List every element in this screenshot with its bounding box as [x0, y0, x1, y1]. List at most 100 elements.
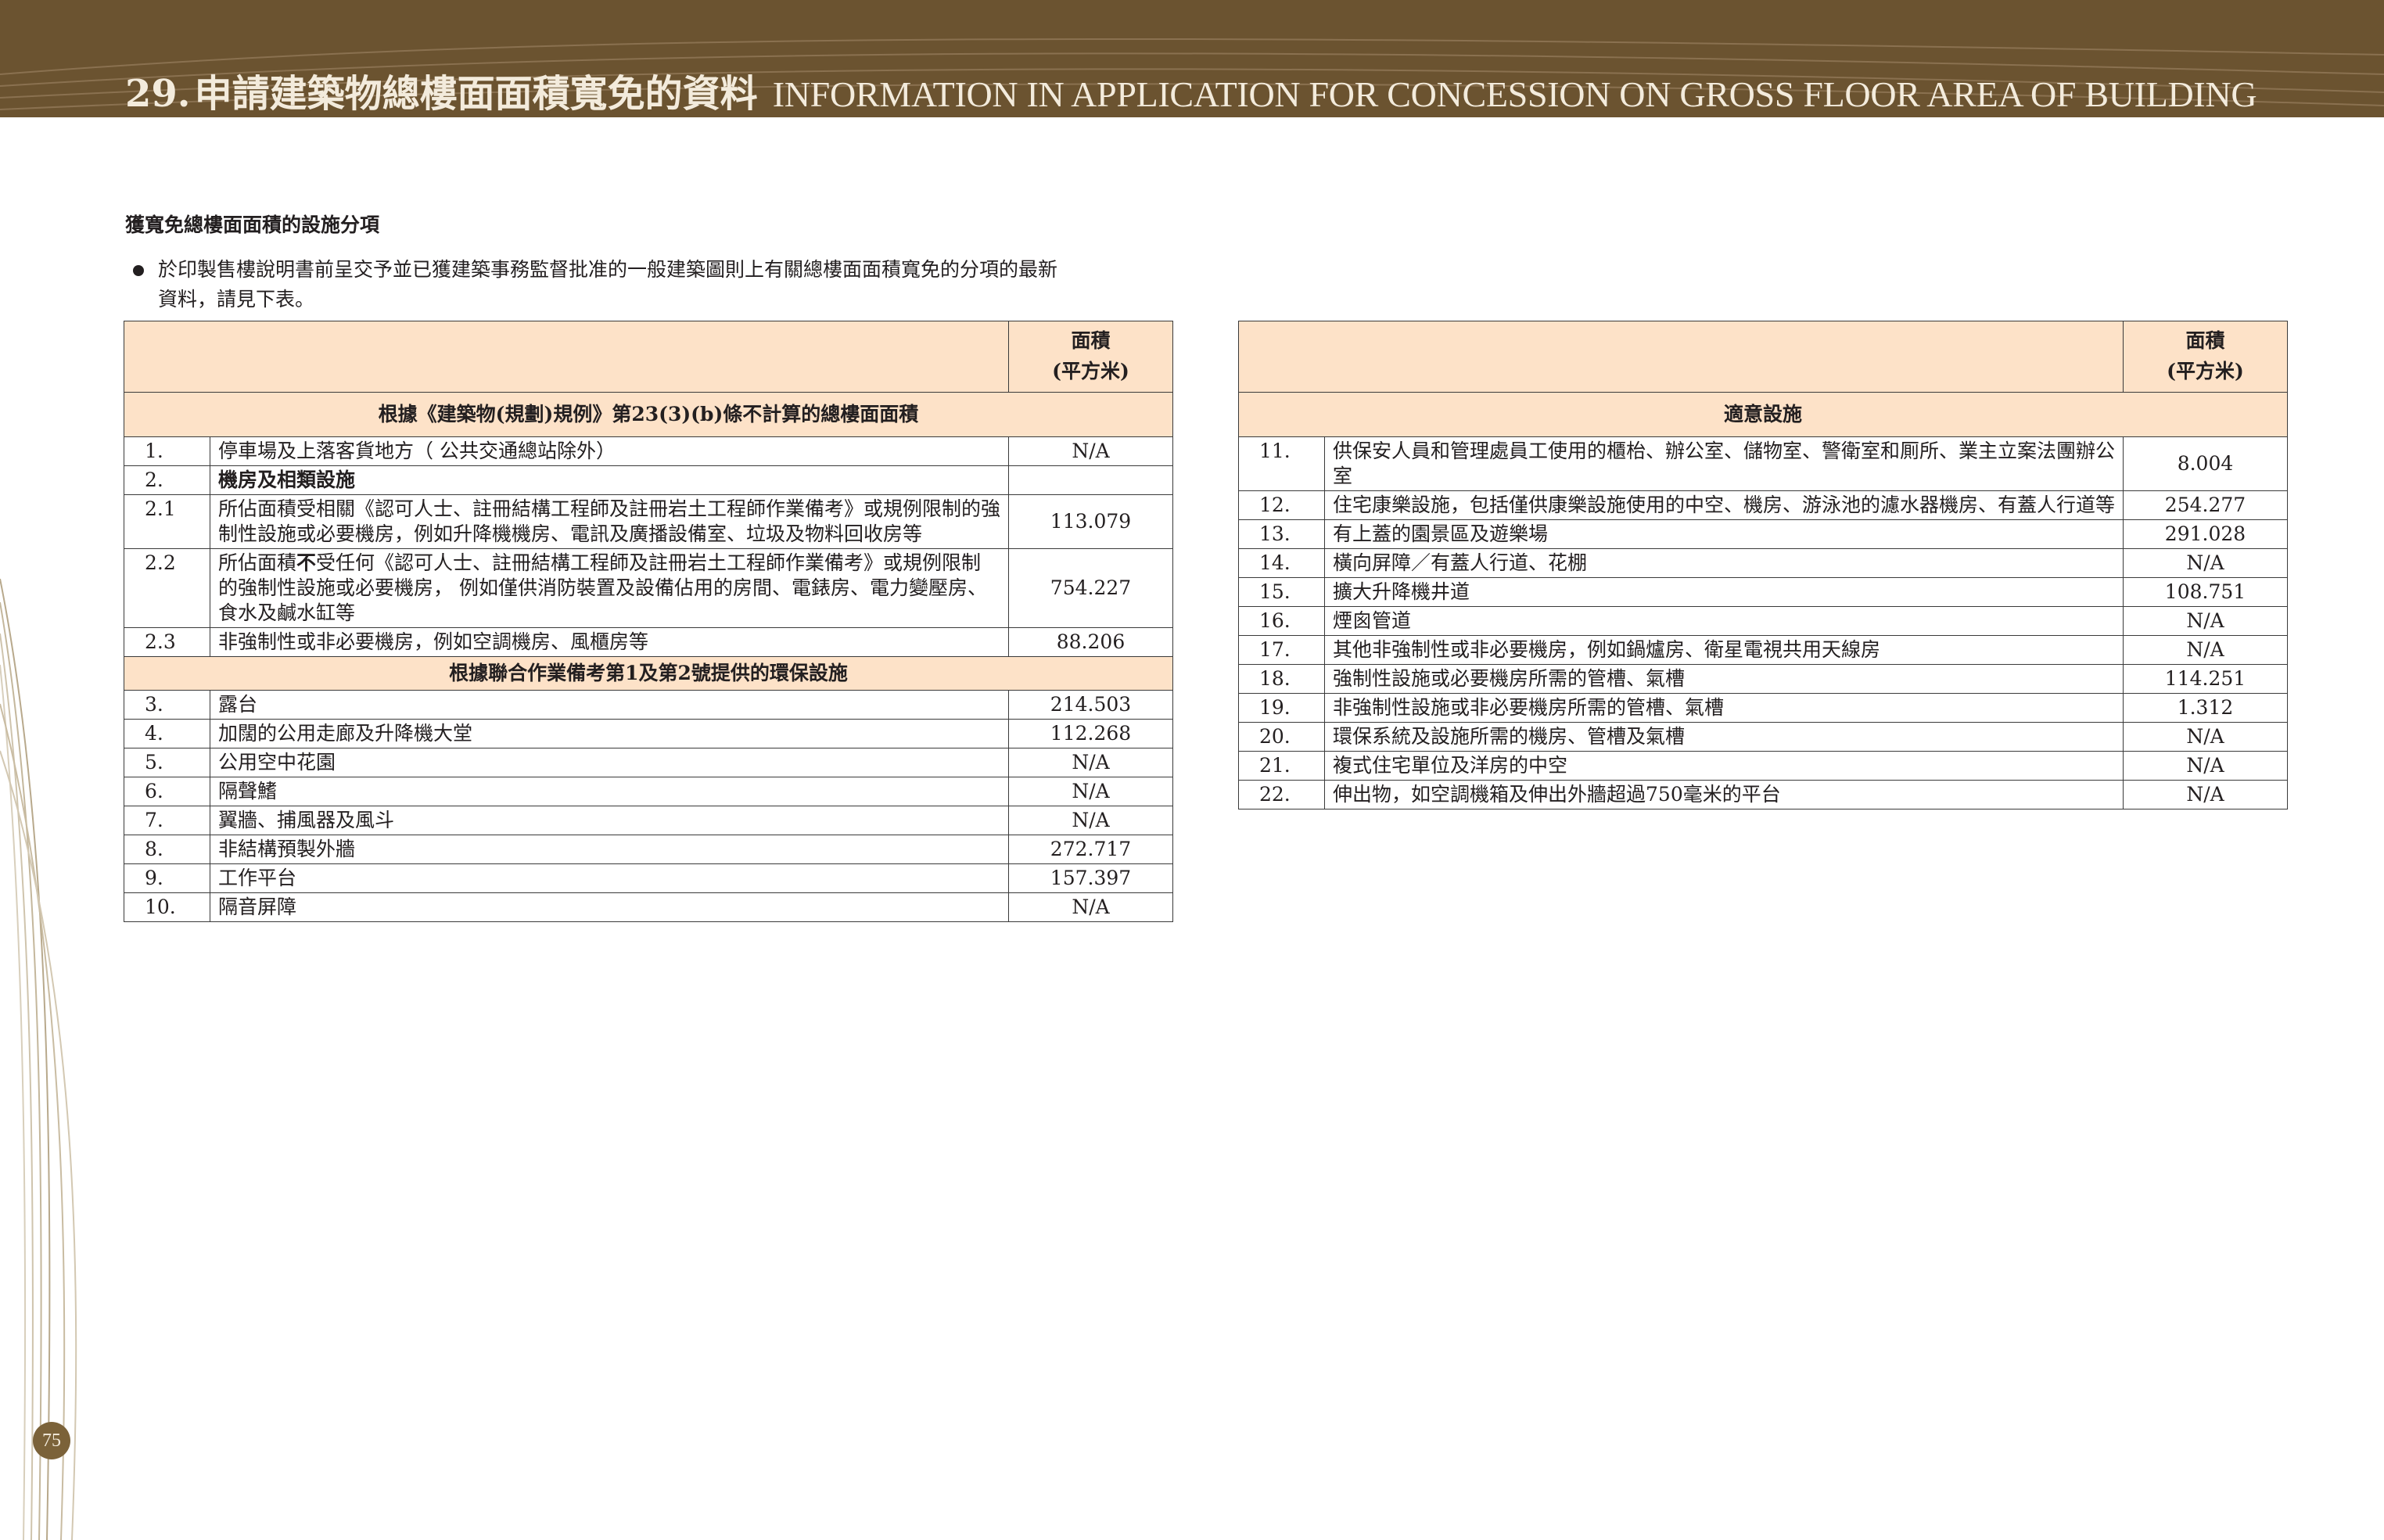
row-number: 5.: [124, 747, 210, 777]
row-description: 供保安人員和管理處員工使用的櫃枱、辦公室、儲物室、警衛室和厠所、業主立案法團辦公…: [1324, 436, 2124, 491]
row-area: 214.503: [1008, 689, 1173, 720]
title-chinese: 申請建築物總樓面面積寬免的資料: [194, 72, 758, 116]
row-number: 2.2: [124, 547, 210, 628]
row-area: 88.206: [1008, 626, 1173, 657]
table-row: 14. 橫向屏障／有蓋人行道、花棚 N/A: [1238, 547, 2288, 578]
decorative-curves: [0, 579, 77, 1540]
header-banner: 29. 申請建築物總樓面面積寬免的資料 INFORMATION IN APPLI…: [0, 0, 2384, 117]
table-row: 7. 翼牆、捕風器及風斗 N/A: [124, 805, 1173, 835]
table-row: 1. 停車場及上落客貨地方（ 公共交通總站除外） N/A: [124, 436, 1173, 466]
table-row: 17. 其他非強制性或非必要機房，例如鍋爐房、衛星電視共用天線房 N/A: [1238, 634, 2288, 665]
row-area: N/A: [2123, 605, 2288, 636]
title-english: INFORMATION IN APPLICATION FOR CONCESSIO…: [772, 74, 2257, 114]
row-description: 露台: [210, 689, 1009, 720]
section-title: 根據《建築物(規劃)規例》第23(3)(b)條不計算的總樓面面積: [124, 391, 1173, 437]
table-row: 13. 有上蓋的園景區及遊樂場 291.028: [1238, 519, 2288, 549]
row-number: 2.3: [124, 626, 210, 657]
row-description: 環保系統及設施所需的機房、管槽及氣槽: [1324, 721, 2124, 752]
table-row: 8. 非結構預製外牆 272.717: [124, 834, 1173, 864]
section-title: 適意設施: [1238, 391, 2288, 437]
row-area: 113.079: [1008, 494, 1173, 549]
row-description: 翼牆、捕風器及風斗: [210, 805, 1009, 835]
row-area: N/A: [2123, 547, 2288, 578]
header-blank-cell: [1238, 321, 2124, 393]
table-row: 6. 隔聲鰭 N/A: [124, 776, 1173, 806]
row-description-part: 所佔面積: [218, 551, 297, 574]
table-row: 18. 強制性設施或必要機房所需的管槽、氣槽 114.251: [1238, 663, 2288, 694]
row-area: 112.268: [1008, 718, 1173, 748]
table-header-row: 面積 (平方米): [1238, 321, 2288, 393]
row-area: 272.717: [1008, 834, 1173, 864]
intro-line-2: 資料，請見下表。: [158, 287, 315, 311]
row-description: 有上蓋的園景區及遊樂場: [1324, 519, 2124, 549]
area-header: 面積 (平方米): [2123, 321, 2288, 393]
row-description: 工作平台: [210, 863, 1009, 893]
row-number: 13.: [1238, 519, 1325, 549]
row-description: 複式住宅單位及洋房的中空: [1324, 750, 2124, 781]
table-row: 2.3 非強制性或非必要機房，例如空調機房、風櫃房等 88.206: [124, 626, 1173, 657]
table-header-row: 面積 (平方米): [124, 321, 1173, 393]
row-description: 隔音屏障: [210, 892, 1009, 922]
row-area: N/A: [1008, 892, 1173, 922]
row-area: 114.251: [2123, 663, 2288, 694]
table-row: 20. 環保系統及設施所需的機房、管槽及氣槽 N/A: [1238, 721, 2288, 752]
row-area: N/A: [2123, 634, 2288, 665]
row-description: 加闊的公用走廊及升降機大堂: [210, 718, 1009, 748]
area-header-label: 面積: [2185, 329, 2225, 352]
table-row: 5. 公用空中花園 N/A: [124, 747, 1173, 777]
table-row: 21. 複式住宅單位及洋房的中空 N/A: [1238, 750, 2288, 781]
row-area: [1008, 465, 1173, 495]
header-blank-cell: [124, 321, 1009, 393]
table-row: 10. 隔音屏障 N/A: [124, 892, 1173, 922]
table-row: 9. 工作平台 157.397: [124, 863, 1173, 893]
row-description: 所佔面積不受任何《認可人士、註冊結構工程師及註冊岩土工程師作業備考》或規例限制的…: [210, 547, 1009, 628]
section-header-row: 根據《建築物(規劃)規例》第23(3)(b)條不計算的總樓面面積: [124, 391, 1173, 437]
row-area: 1.312: [2123, 692, 2288, 723]
area-header-unit: (平方米): [1052, 359, 1129, 382]
row-description: 強制性設施或必要機房所需的管槽、氣槽: [1324, 663, 2124, 694]
row-number: 16.: [1238, 605, 1325, 636]
table-row: 15. 擴大升降機井道 108.751: [1238, 576, 2288, 607]
row-number: 14.: [1238, 547, 1325, 578]
row-number: 9.: [124, 863, 210, 893]
table-row: 2. 機房及相類設施: [124, 465, 1173, 495]
row-number: 17.: [1238, 634, 1325, 665]
area-header-label: 面積: [1071, 329, 1111, 352]
row-description: 非結構預製外牆: [210, 834, 1009, 864]
row-number: 12.: [1238, 490, 1325, 520]
section-header-row: 適意設施: [1238, 391, 2288, 437]
row-number: 2.1: [124, 494, 210, 549]
row-area: 108.751: [2123, 576, 2288, 607]
table-row: 19. 非強制性設施或非必要機房所需的管槽、氣槽 1.312: [1238, 692, 2288, 723]
table-row: 2.2 所佔面積不受任何《認可人士、註冊結構工程師及註冊岩土工程師作業備考》或規…: [124, 547, 1173, 628]
row-area: 8.004: [2123, 436, 2288, 491]
row-area: N/A: [1008, 805, 1173, 835]
section-number: 29.: [125, 72, 191, 116]
table-row: 2.1 所佔面積受相關《認可人士、註冊結構工程師及註冊岩土工程師作業備考》或規例…: [124, 494, 1173, 549]
row-area: N/A: [2123, 779, 2288, 809]
row-description: 非強制性設施或非必要機房所需的管槽、氣槽: [1324, 692, 2124, 723]
table-row: 16. 煙囪管道 N/A: [1238, 605, 2288, 636]
row-number: 4.: [124, 718, 210, 748]
row-number: 19.: [1238, 692, 1325, 723]
table-row: 4. 加闊的公用走廊及升降機大堂 112.268: [124, 718, 1173, 748]
intro-line-1: 於印製售樓說明書前呈交予並已獲建築事務監督批准的一般建築圖則上有關總樓面面積寬免…: [158, 258, 1058, 281]
row-description: 煙囪管道: [1324, 605, 2124, 636]
row-area: 291.028: [2123, 519, 2288, 549]
gfa-concession-table-right: 面積 (平方米) 適意設施 11. 供保安人員和管理處員工使用的櫃枱、辦公室、儲…: [1238, 321, 2288, 809]
row-area: N/A: [1008, 776, 1173, 806]
row-number: 20.: [1238, 721, 1325, 752]
row-description-emphasis: 不: [296, 551, 317, 574]
intro-section: 獲寬免總樓面面積的設施分項 於印製售樓說明書前呈交予並已獲建築事務監督批准的一般…: [125, 210, 1205, 314]
bullet-dot-icon: [133, 265, 144, 276]
row-area: 157.397: [1008, 863, 1173, 893]
area-header: 面積 (平方米): [1008, 321, 1173, 393]
row-number: 1.: [124, 436, 210, 466]
intro-heading: 獲寬免總樓面面積的設施分項: [125, 214, 380, 236]
row-area: 754.227: [1008, 547, 1173, 628]
row-area: N/A: [1008, 747, 1173, 777]
table-row: 3. 露台 214.503: [124, 689, 1173, 720]
table-row: 11. 供保安人員和管理處員工使用的櫃枱、辦公室、儲物室、警衛室和厠所、業主立案…: [1238, 436, 2288, 491]
area-header-unit: (平方米): [2167, 359, 2244, 382]
table-row: 22. 伸出物，如空調機箱及伸出外牆超過750毫米的平台 N/A: [1238, 779, 2288, 809]
